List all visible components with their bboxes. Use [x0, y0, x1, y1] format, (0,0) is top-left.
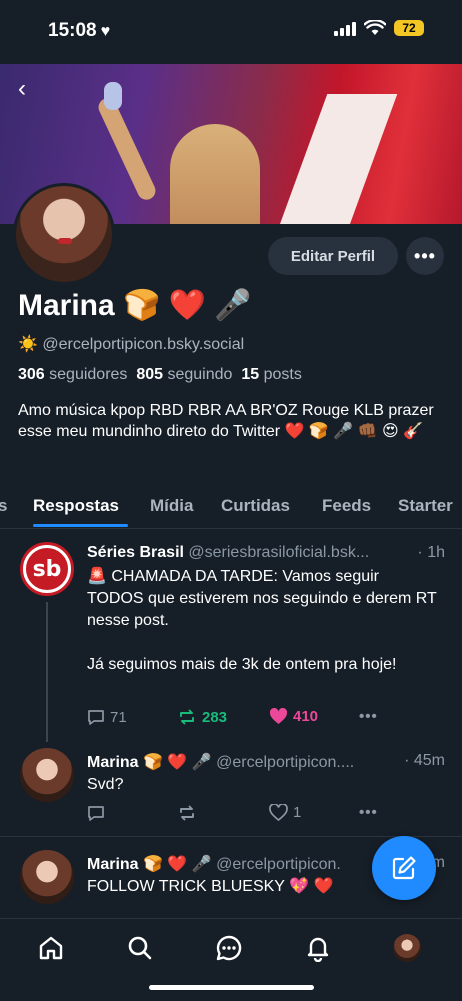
tab-feeds[interactable]: Feeds — [322, 496, 371, 516]
tab-midia[interactable]: Mídia — [150, 496, 193, 516]
post-text: Svd? — [87, 776, 124, 793]
post-time: · 1h — [413, 544, 445, 562]
bell-icon — [307, 937, 329, 962]
following-link[interactable]: 805 seguindo — [136, 366, 232, 383]
nav-profile[interactable] — [390, 931, 424, 965]
followers-link[interactable]: 306 seguidores — [18, 366, 127, 383]
avatar[interactable] — [20, 850, 74, 904]
avatar — [393, 934, 421, 962]
home-indicator — [149, 985, 314, 990]
profile-stats: 306 seguidores 805 seguindo 15 posts — [18, 366, 302, 384]
post-author[interactable]: Séries Brasil — [87, 544, 184, 561]
nav-home[interactable] — [34, 931, 68, 965]
post-text: 🚨 CHAMADA DA TARDE: Vamos seguir TODOS q… — [87, 568, 437, 673]
post-header: Marina 🍞 ❤️ 🎤 @ercelportipicon.... · 45m — [87, 752, 447, 772]
post-author[interactable]: Marina 🍞 ❤️ 🎤 — [87, 856, 212, 873]
reply-icon — [88, 710, 104, 725]
heart-icon: ♥ — [100, 23, 111, 40]
repost-icon — [180, 805, 194, 821]
status-time: 15:08 ♥ — [48, 20, 110, 42]
avatar[interactable]: sb — [20, 542, 74, 596]
sun-icon: ☀️ — [18, 336, 38, 353]
post-handle: @ercelportipicon.... — [216, 754, 355, 771]
chat-icon — [216, 935, 242, 961]
handle-text: @ercelportipicon.bsky.social — [42, 336, 245, 353]
post-header: Séries Brasil @seriesbrasiloficial.bsk..… — [87, 544, 447, 562]
profile-avatar[interactable] — [13, 183, 115, 285]
nav-notifications[interactable] — [301, 931, 335, 965]
tab-curtidas[interactable]: Curtidas — [221, 496, 290, 516]
home-icon — [39, 936, 63, 960]
profile-bio: Amo música kpop RBD RBR AA BR'OZ Rouge K… — [18, 402, 434, 440]
post-actions: 1 ••• — [87, 804, 447, 826]
nav-search[interactable] — [123, 931, 157, 965]
compose-button[interactable] — [372, 836, 436, 900]
reply-button[interactable] — [87, 804, 105, 822]
posts-count: 15 posts — [241, 366, 302, 383]
tab-respostas[interactable]: Respostas — [33, 496, 119, 516]
post-time: · 45m — [400, 752, 445, 770]
tab-starter[interactable]: Starter — [398, 496, 453, 516]
nav-chat[interactable] — [212, 931, 246, 965]
repost-button[interactable]: 283 — [177, 708, 227, 726]
back-button[interactable]: ‹ — [10, 74, 34, 102]
edit-profile-button[interactable]: Editar Perfil — [268, 237, 398, 275]
thread-line — [46, 602, 48, 742]
heart-icon — [269, 708, 288, 724]
repost-icon — [180, 709, 194, 725]
more-options-button[interactable]: ••• — [406, 237, 444, 275]
post-actions: 71 283 410 ••• — [87, 708, 447, 730]
post-author[interactable]: Marina 🍞 ❤️ 🎤 — [87, 754, 212, 771]
time-text: 15:08 — [48, 20, 97, 41]
post-more-button[interactable]: ••• — [359, 708, 378, 725]
profile-name: Marina 🍞 ❤️ 🎤 — [18, 289, 252, 322]
avatar[interactable] — [20, 748, 74, 802]
post-handle: @ercelportipicon. — [216, 856, 341, 873]
like-button[interactable]: 1 — [269, 804, 301, 821]
heart-icon — [269, 804, 288, 821]
tab-posts[interactable]: s — [0, 496, 7, 516]
signal-icon — [334, 20, 356, 36]
repost-button[interactable] — [177, 804, 197, 822]
status-bar: 15:08 ♥ 72 — [0, 0, 462, 64]
like-button[interactable]: 410 — [269, 708, 318, 725]
search-icon — [128, 936, 152, 960]
wifi-icon — [364, 20, 386, 35]
post-handle: @seriesbrasiloficial.bsk... — [188, 544, 370, 561]
system-icons: 72 — [334, 20, 424, 36]
reply-button[interactable]: 71 — [87, 708, 127, 726]
active-tab-indicator — [33, 524, 128, 527]
reply-icon — [88, 806, 104, 821]
battery-icon: 72 — [394, 20, 424, 36]
profile-handle: ☀️ @ercelportipicon.bsky.social — [18, 334, 244, 354]
compose-icon — [392, 856, 416, 880]
post-more-button[interactable]: ••• — [359, 804, 378, 821]
